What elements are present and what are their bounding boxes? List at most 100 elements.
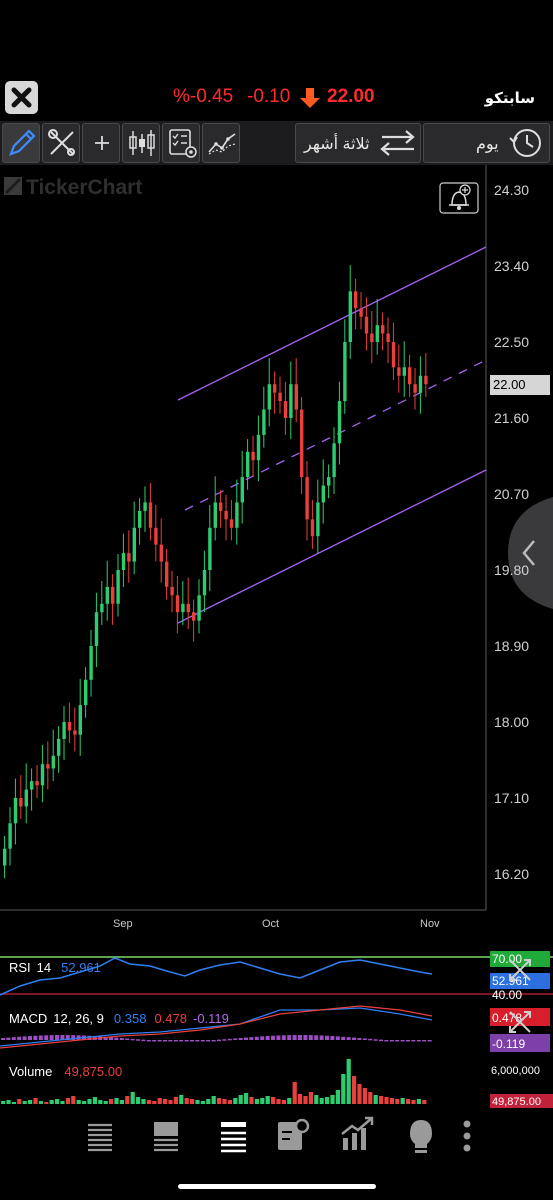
candle-body	[229, 519, 234, 528]
more-icon[interactable]	[463, 1120, 471, 1152]
macd-hist-bar	[6, 1037, 11, 1040]
candle-body	[105, 586, 109, 604]
volume-bar	[206, 1099, 211, 1104]
candle-body	[224, 510, 228, 520]
rsi-low-level: 40.00	[492, 988, 522, 1002]
side-panel-toggle[interactable]	[508, 497, 553, 609]
macd-hist-bar	[130, 1038, 135, 1041]
candle-body	[208, 527, 212, 570]
candle-body	[337, 401, 342, 444]
macd-hist-bar	[422, 1040, 427, 1042]
macd-hist-bar	[287, 1035, 292, 1040]
portfolio-settings-icon[interactable]	[278, 1118, 310, 1150]
list-detail-icon[interactable]	[154, 1122, 178, 1152]
volume-bar	[287, 1098, 292, 1104]
alert-button[interactable]	[439, 182, 479, 214]
change-value: -0.10	[247, 86, 291, 107]
macd-hist-bar	[152, 1040, 157, 1042]
volume-bar	[55, 1099, 60, 1104]
macd-hist-bar	[427, 1040, 432, 1042]
macd-value: 0.358	[114, 1011, 147, 1026]
volume-bar	[254, 1099, 259, 1104]
macd-hist-bar	[244, 1037, 248, 1040]
macd-hist-bar	[379, 1039, 383, 1042]
candle-body	[418, 375, 423, 393]
date-tick: Nov	[420, 918, 440, 930]
list-active-icon[interactable]	[221, 1122, 246, 1153]
volume-bar	[195, 1100, 200, 1104]
period-selector[interactable]: ثلاثة أشهر	[295, 123, 421, 163]
list-icon[interactable]	[88, 1123, 112, 1152]
change-percent: %-0.45	[173, 86, 234, 107]
macd-hist-bar	[184, 1040, 189, 1042]
volume-bar	[125, 1096, 130, 1104]
indicators-panel[interactable]: 70.00 52.961 40.00 RSI 14 52.961 0.478 -0.…	[0, 948, 553, 1108]
draw-button[interactable]	[2, 123, 40, 163]
chart-growth-icon[interactable]	[341, 1116, 374, 1150]
rsi-value: 52.961	[61, 960, 101, 975]
volume-bar	[346, 1059, 351, 1104]
compare-button[interactable]	[202, 123, 240, 163]
trend-channel[interactable]	[177, 246, 487, 624]
last-price: 22.00	[327, 86, 375, 107]
candle-body	[186, 603, 190, 613]
channel-upper-line	[177, 246, 487, 401]
candle-body	[408, 367, 412, 385]
candle-body	[13, 798, 18, 824]
macd-histogram	[1, 1035, 432, 1042]
crosshair-button[interactable]	[82, 123, 120, 163]
volume-bar	[422, 1100, 427, 1104]
volume-bar	[146, 1100, 151, 1104]
tools-button[interactable]	[42, 123, 80, 163]
date-tick: Sep	[113, 918, 133, 930]
candle-body	[381, 325, 385, 334]
macd-hist-bar	[395, 1040, 400, 1042]
crosshair-icon	[95, 136, 109, 150]
volume-bar	[76, 1100, 81, 1104]
price-chart[interactable]: TickerChart 24.30 23.40 22.50 21.60 20.70 19.…	[0, 165, 553, 940]
interval-selector[interactable]: يوم	[423, 123, 550, 163]
macd-hist-bar	[11, 1037, 16, 1040]
volume-bar	[319, 1098, 324, 1104]
indicators-button[interactable]	[162, 123, 200, 163]
macd-hist-bar	[227, 1038, 232, 1041]
candle-body	[256, 434, 261, 461]
volume-bar	[211, 1096, 216, 1104]
price-summary: %-0.45 -0.10 22.00	[0, 86, 553, 110]
candle-body	[391, 342, 396, 368]
volume-bar	[308, 1092, 313, 1104]
volume-bar	[227, 1100, 232, 1104]
candle-body	[121, 553, 126, 570]
price-tick: 18.90	[494, 638, 529, 654]
macd-hist-bar	[298, 1035, 302, 1040]
candle-body	[213, 502, 217, 528]
volume-bar	[281, 1100, 286, 1104]
volume-bar	[179, 1095, 184, 1104]
macd-hist-bar	[55, 1035, 59, 1040]
candle-body	[197, 595, 201, 621]
macd-hist-bar	[254, 1036, 259, 1040]
volume-bar	[173, 1097, 178, 1104]
symbol-name: سابتكو	[484, 90, 535, 107]
price-tick: 16.20	[494, 866, 529, 882]
volume-bar	[184, 1098, 189, 1104]
candle-body	[246, 451, 250, 478]
volume-bar	[163, 1099, 168, 1104]
volume-bar	[49, 1100, 54, 1104]
candle-body	[3, 848, 7, 866]
volume-bar	[152, 1101, 157, 1104]
macd-hist-bar	[411, 1040, 416, 1042]
volume-bar	[276, 1099, 281, 1104]
macd-hist-bar	[335, 1036, 340, 1040]
volume-bar	[38, 1101, 43, 1104]
candle-body	[289, 384, 293, 418]
candle-body	[397, 367, 401, 376]
volume-bar	[103, 1101, 108, 1104]
volume-bar	[33, 1098, 38, 1104]
candle-body	[359, 308, 363, 317]
candle-body	[84, 679, 88, 706]
candle-body	[310, 519, 315, 537]
chart-type-button[interactable]	[122, 123, 160, 163]
candle-body	[235, 502, 239, 528]
idea-bulb-icon[interactable]	[410, 1120, 432, 1153]
